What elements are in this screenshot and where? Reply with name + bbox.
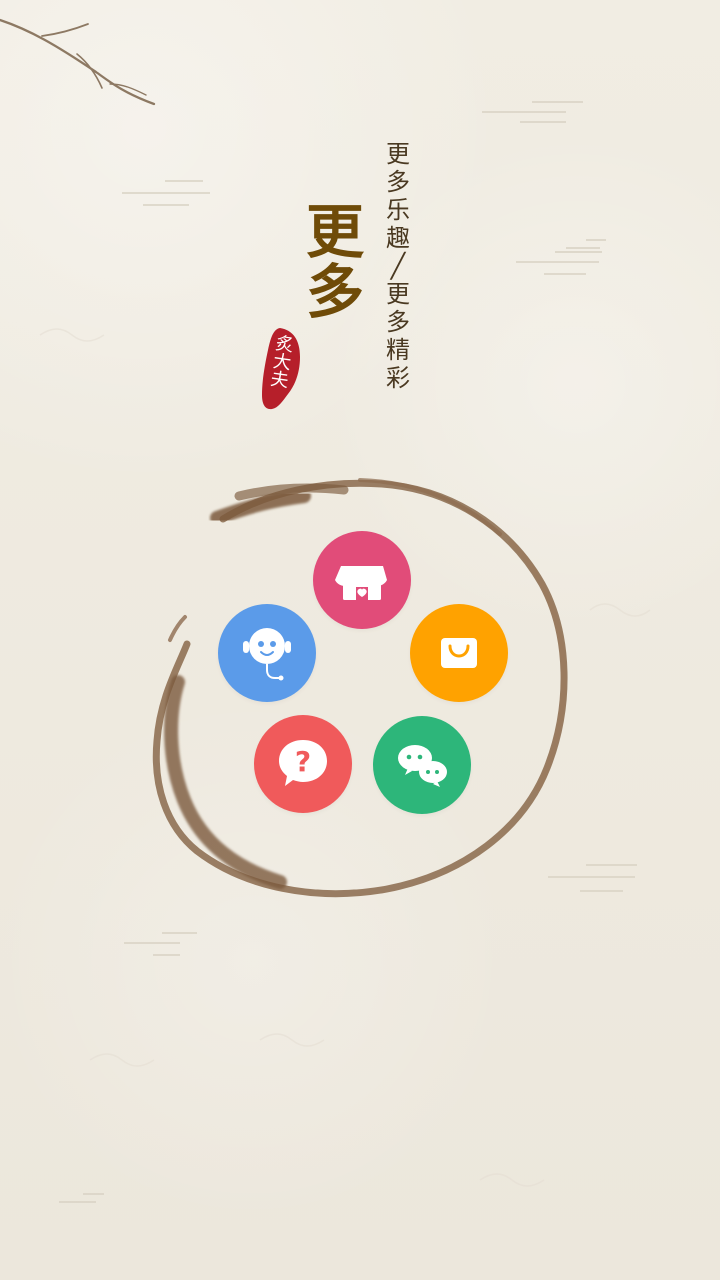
store-icon	[335, 566, 387, 600]
store-button[interactable]	[313, 531, 411, 629]
ink-circle-decoration	[152, 478, 568, 898]
svg-text:?: ?	[295, 745, 311, 778]
help-button[interactable]: ?	[254, 715, 352, 813]
wechat-icon	[398, 745, 447, 787]
shopping-bag-icon	[441, 638, 477, 668]
tagline-vertical: 更 多 乐 趣 ╱ 更 多 精 彩	[386, 140, 410, 392]
assistant-button[interactable]	[218, 604, 316, 702]
page-title: 更 多	[306, 198, 367, 326]
shopping-bag-button[interactable]	[410, 604, 508, 702]
branch-decoration	[0, 18, 156, 106]
question-icon: ?	[279, 740, 327, 786]
wechat-button[interactable]	[373, 716, 471, 814]
headline-group: 更 多 更 多 乐 趣 ╱ 更 多 精 彩 炙 大 夫	[255, 140, 435, 410]
robot-icon	[243, 628, 291, 681]
